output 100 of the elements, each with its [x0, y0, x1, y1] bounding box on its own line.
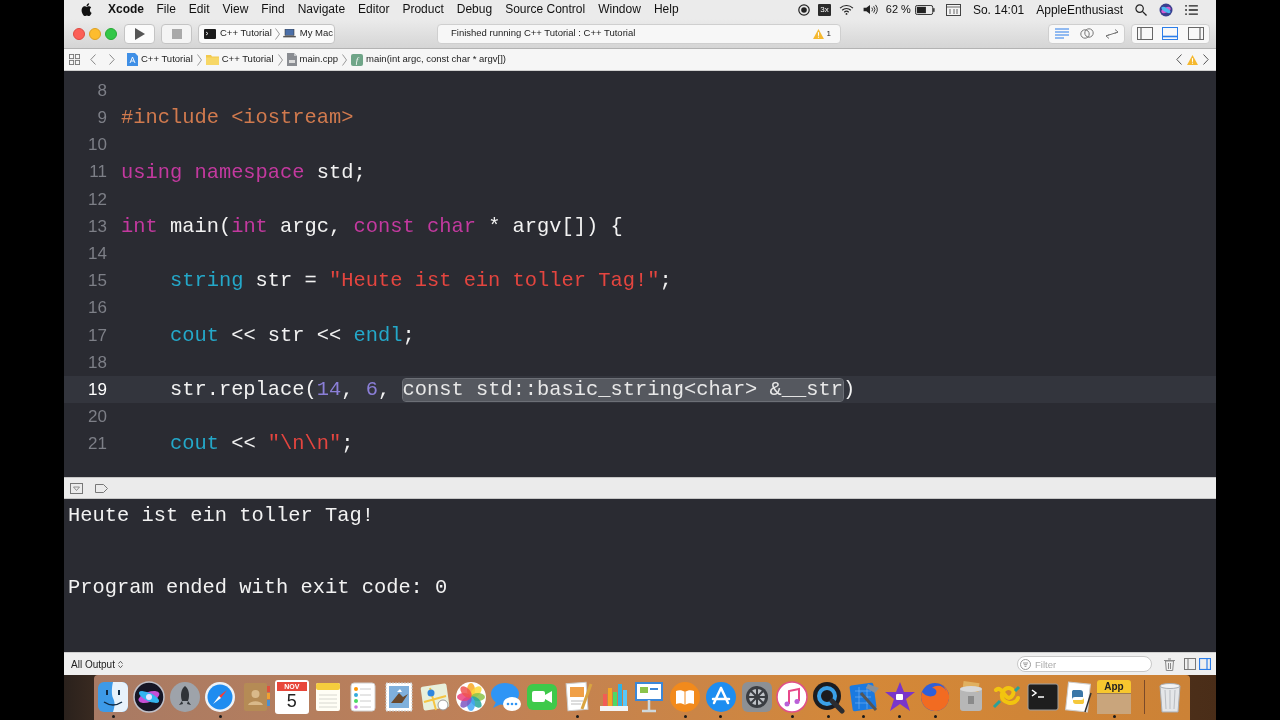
- destination-button[interactable]: My Mac: [282, 26, 333, 41]
- filter-field[interactable]: Filter: [1017, 656, 1152, 672]
- panel-bottom-icon: [1162, 27, 1179, 40]
- line-number: 15: [87, 270, 107, 293]
- menu-item[interactable]: Debug: [450, 0, 499, 19]
- sidebar-left-icon: [1184, 658, 1196, 670]
- window-icon[interactable]: [945, 3, 961, 16]
- arrows-icon: [1104, 28, 1119, 39]
- letter-a-icon[interactable]: [703, 680, 738, 714]
- wifi-icon[interactable]: [838, 4, 854, 15]
- stamp-icon[interactable]: [382, 680, 416, 714]
- menu-item[interactable]: File: [150, 0, 183, 19]
- breadcrumb-chevron-icon: [277, 53, 283, 66]
- code-text: using namespace std;: [121, 159, 366, 186]
- code-text: int main(int argc, const char * argv[]) {: [121, 213, 623, 240]
- rocket-icon[interactable]: [167, 680, 202, 714]
- volume-icon[interactable]: [861, 4, 878, 15]
- app-menu[interactable]: Xcode: [102, 0, 150, 19]
- collapse-icon[interactable]: [70, 482, 83, 494]
- menu-item[interactable]: Product: [395, 0, 451, 19]
- stop-icon: [171, 28, 182, 39]
- project-icon: [127, 53, 138, 66]
- sidebar-right-icon: [1188, 27, 1205, 40]
- menu-item[interactable]: Find: [254, 0, 292, 19]
- chevron-icon: [274, 27, 280, 40]
- compass-icon[interactable]: [203, 680, 238, 714]
- sidebar-left-icon: [1136, 27, 1153, 40]
- function-badge: f: [351, 53, 364, 66]
- breadcrumb-item[interactable]: f main(int argc, const char * argv[]): [351, 52, 506, 67]
- apple-icon[interactable]: [81, 3, 92, 16]
- package-label: App: [1097, 680, 1131, 693]
- speech-bubble-icon[interactable]: [489, 680, 524, 714]
- tag-icon[interactable]: [95, 483, 108, 493]
- battery-percentage[interactable]: 62 %: [885, 1, 911, 18]
- line-number: 12: [87, 188, 107, 211]
- flower-icon[interactable]: [453, 680, 488, 714]
- code-text: ): [843, 377, 856, 404]
- folder-icon: [205, 54, 219, 65]
- terminal-icon: [204, 28, 216, 39]
- grid-icon[interactable]: [69, 54, 80, 65]
- line-number: 11: [88, 161, 107, 184]
- menu-item[interactable]: Editor: [351, 0, 396, 19]
- file-icon: [286, 53, 297, 66]
- variables-view-button[interactable]: [1184, 658, 1196, 670]
- record-icon[interactable]: [798, 3, 811, 16]
- lines-icon: [1054, 28, 1069, 39]
- line-number: 19: [87, 378, 107, 401]
- code-placeholder[interactable]: const std::basic_string<char> &__str: [402, 378, 843, 401]
- smiling-face-icon[interactable]: [96, 680, 130, 714]
- user-name[interactable]: AppleEnthusiast: [1036, 0, 1123, 19]
- menu-item[interactable]: Help: [647, 0, 686, 19]
- activity-status: Finished running C++ Tutorial : C++ Tutorial: [451, 26, 636, 41]
- line-number: 13: [87, 215, 107, 238]
- breadcrumb-chevron-icon: [196, 53, 202, 66]
- filter-icon: [1020, 658, 1031, 670]
- line-number: 17: [87, 324, 107, 347]
- chevron-left-icon[interactable]: [90, 54, 96, 65]
- orb-icon[interactable]: [1159, 2, 1173, 17]
- breadcrumb-chevron-icon: [342, 53, 348, 66]
- scheme-button[interactable]: C++ Tutorial: [204, 26, 272, 41]
- list-icon[interactable]: [1185, 4, 1198, 15]
- updown-chevron-icon: [117, 659, 123, 669]
- chevron-right-icon[interactable]: [1203, 54, 1209, 65]
- laptop-icon: [282, 29, 296, 38]
- chevron-left-icon[interactable]: [1176, 54, 1182, 65]
- terminal-icon[interactable]: [1025, 680, 1060, 714]
- zoom-button[interactable]: [105, 27, 117, 40]
- open-book-icon[interactable]: [668, 680, 702, 714]
- overlapping-circles-icon: [1079, 28, 1094, 39]
- battery-icon[interactable]: [914, 4, 935, 15]
- display-badge[interactable]: 3x: [818, 3, 831, 16]
- search-icon[interactable]: [1135, 3, 1147, 16]
- sidebar-right-icon: [1199, 658, 1211, 670]
- line-number: 16: [87, 297, 107, 320]
- line-number: 10: [87, 134, 107, 157]
- menu-item[interactable]: Navigate: [291, 0, 352, 19]
- close-button[interactable]: [73, 27, 85, 40]
- warning-count[interactable]: 1: [826, 27, 831, 40]
- ring-icon[interactable]: [811, 680, 845, 714]
- orb-icon[interactable]: [131, 680, 166, 714]
- line-number: 8: [96, 79, 107, 102]
- code-text: string str = "Heute ist ein toller Tag!";: [168, 268, 672, 295]
- run-button[interactable]: [124, 23, 155, 44]
- breadcrumb-item[interactable]: C++ Tutorial: [127, 52, 193, 67]
- chevron-right-icon[interactable]: [109, 54, 115, 65]
- breadcrumb-item[interactable]: C++ Tutorial: [205, 52, 274, 67]
- menu-item[interactable]: View: [216, 0, 255, 19]
- menu-item[interactable]: Window: [591, 0, 648, 19]
- breadcrumb-item[interactable]: main.cpp: [286, 52, 339, 67]
- console-view-button[interactable]: [1199, 658, 1211, 670]
- menu-item[interactable]: Source Control: [498, 0, 592, 19]
- line-number: 18: [87, 351, 107, 374]
- scope-selector[interactable]: All Output: [71, 656, 123, 672]
- menu-item[interactable]: Edit: [182, 0, 217, 19]
- clock[interactable]: So. 14:01: [972, 0, 1025, 19]
- trash-icon[interactable]: [1164, 657, 1175, 671]
- gear-icon[interactable]: [739, 680, 774, 714]
- stop-button[interactable]: [161, 23, 192, 44]
- music-note-icon[interactable]: [775, 680, 810, 714]
- play-icon: [134, 27, 145, 40]
